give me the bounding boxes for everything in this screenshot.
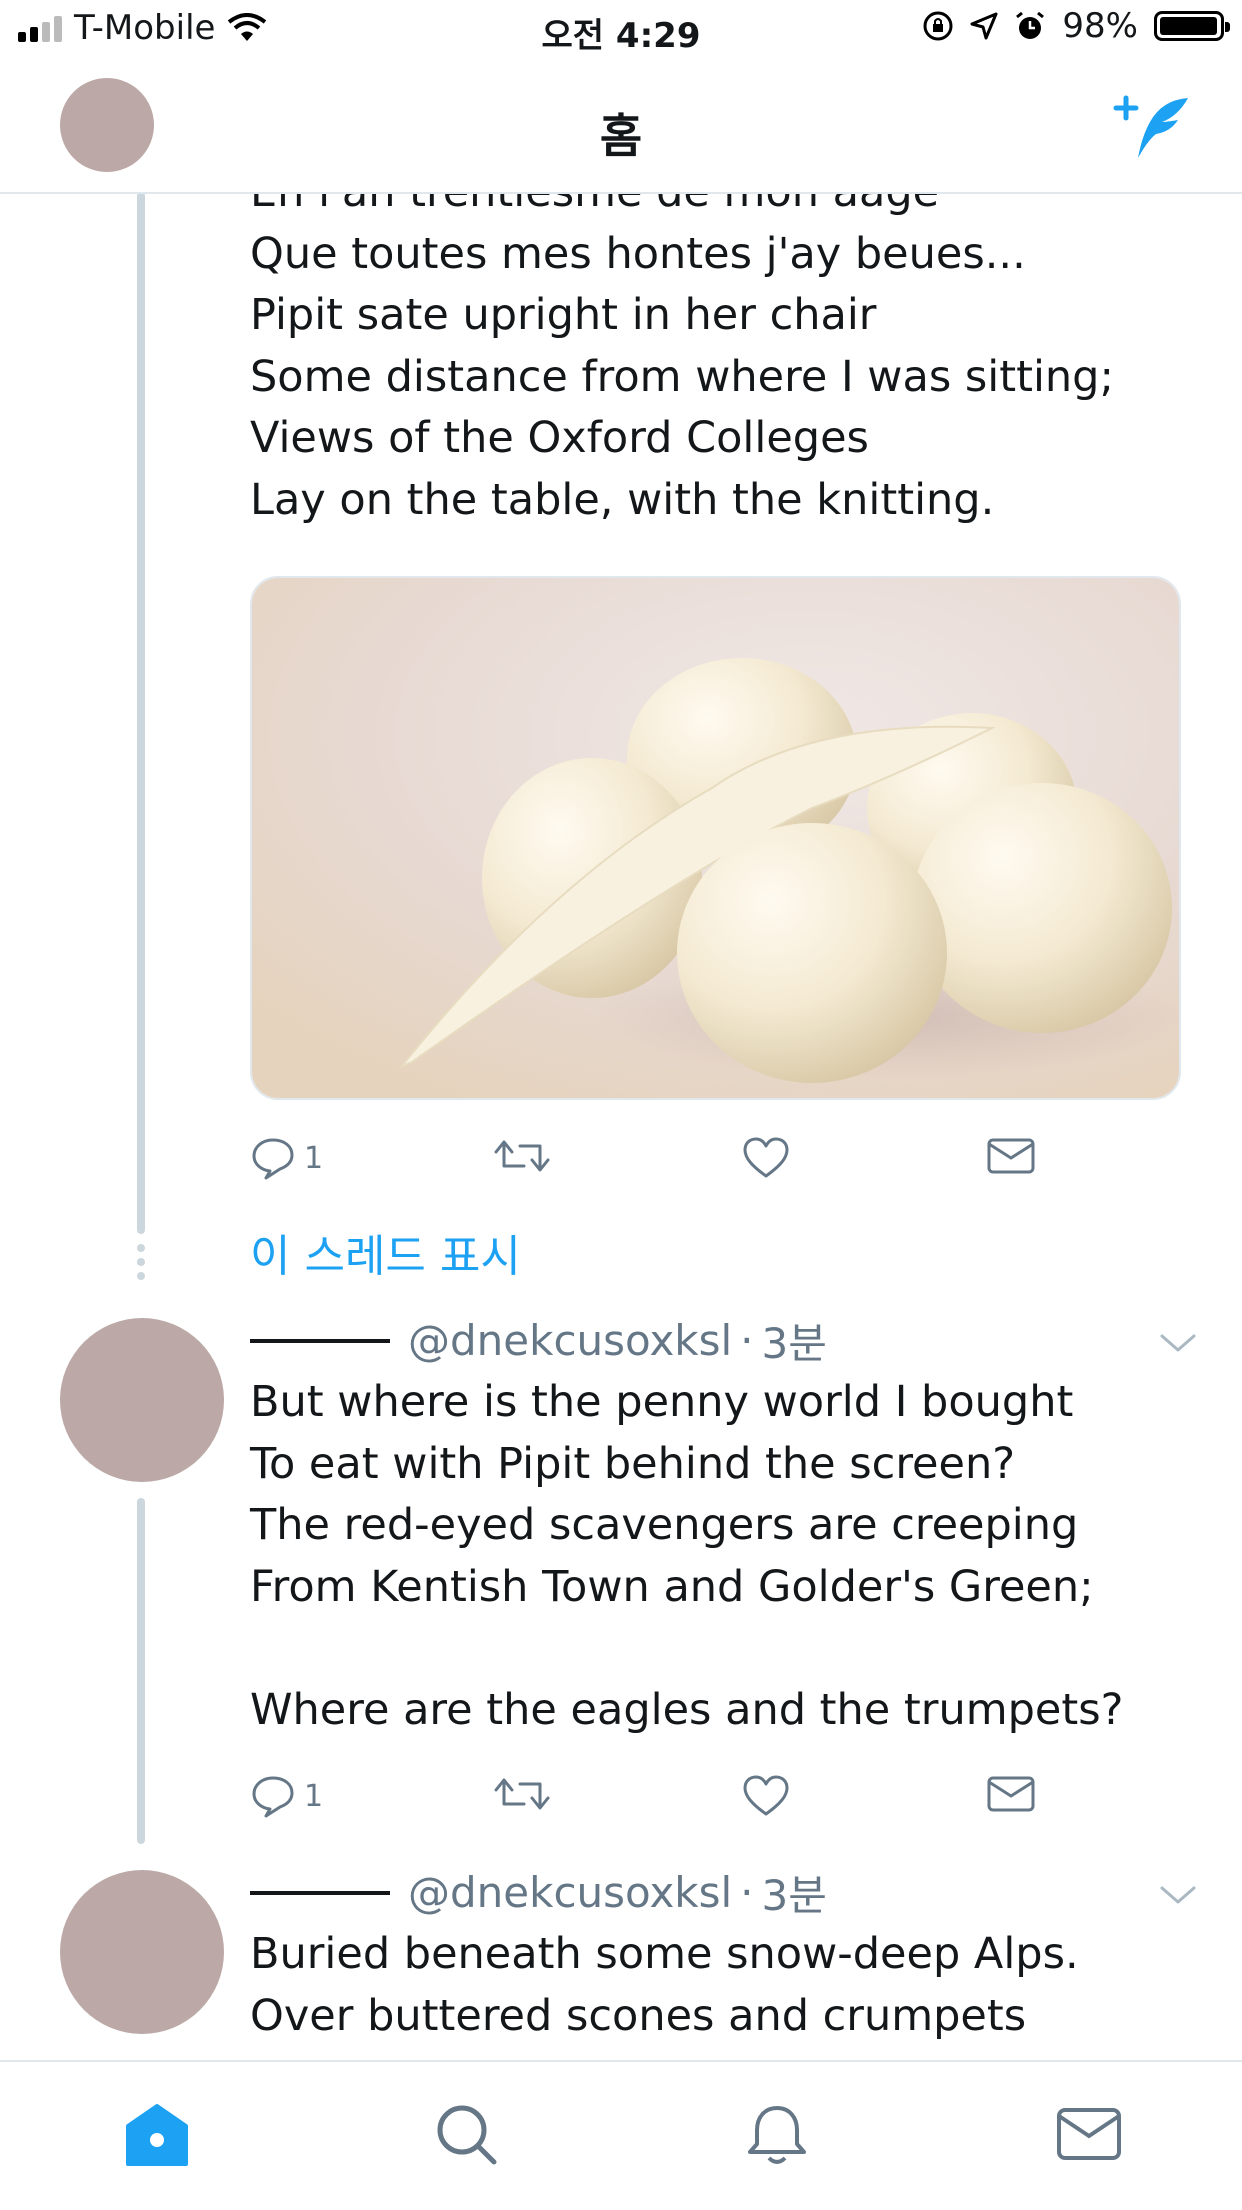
tweet-actions: 1 bbox=[250, 1774, 1150, 1830]
reply-button[interactable]: 1 bbox=[250, 1136, 323, 1180]
reply-icon bbox=[252, 1776, 294, 1818]
notifications-icon[interactable] bbox=[742, 2102, 812, 2168]
display-name-redacted bbox=[250, 1338, 390, 1343]
reply-button[interactable]: 1 bbox=[250, 1774, 323, 1818]
retweet-icon bbox=[494, 1778, 550, 1810]
tweet-time: 3분 bbox=[761, 1871, 827, 1920]
rotation-lock-icon bbox=[923, 11, 953, 41]
tweet-text: Buried beneath some snow-deep Alps. Over… bbox=[250, 1929, 1079, 2041]
page-title: 홈 bbox=[599, 109, 643, 163]
tweet-header: @dnekcusoxksl · 3분 bbox=[250, 1310, 827, 1371]
battery-fill bbox=[1160, 17, 1217, 35]
location-icon bbox=[970, 12, 998, 40]
tweet-avatar[interactable] bbox=[60, 1318, 224, 1482]
heart-icon bbox=[743, 1775, 789, 1816]
reply-count: 1 bbox=[304, 1778, 324, 1814]
tweet-avatar[interactable] bbox=[60, 1870, 224, 2034]
reply-icon bbox=[252, 1138, 294, 1180]
chevron-down-icon[interactable] bbox=[1156, 1328, 1200, 1358]
eggs-feather-photo bbox=[252, 578, 1179, 1098]
tweet-text: En l'an trentiesme de mon aage Que toute… bbox=[250, 192, 1114, 525]
bottom-tab-bar bbox=[0, 2060, 1242, 2210]
tweet-actions: 1 bbox=[250, 1136, 1150, 1192]
header-separator: · bbox=[740, 1868, 754, 1917]
tweet-time: 3분 bbox=[761, 1319, 827, 1368]
top-nav-bar: 홈 bbox=[0, 60, 1242, 194]
reply-count: 1 bbox=[304, 1140, 324, 1176]
dm-button[interactable] bbox=[986, 1136, 1036, 1176]
chevron-down-icon[interactable] bbox=[1156, 1880, 1200, 1910]
retweet-button[interactable] bbox=[494, 1136, 550, 1176]
heart-icon bbox=[743, 1137, 789, 1178]
thread-line bbox=[137, 192, 145, 1234]
like-button[interactable] bbox=[742, 1136, 790, 1180]
tweet-handle[interactable]: @dnekcusoxksl bbox=[408, 1316, 732, 1365]
tweet-handle[interactable]: @dnekcusoxksl bbox=[408, 1868, 732, 1917]
mail-icon bbox=[987, 1776, 1035, 1812]
home-icon[interactable] bbox=[122, 2102, 192, 2168]
battery-percent: 98% bbox=[1062, 6, 1138, 46]
mail-icon bbox=[987, 1138, 1035, 1174]
alarm-icon bbox=[1016, 11, 1045, 39]
header-separator: · bbox=[740, 1316, 754, 1365]
display-name-redacted bbox=[250, 1890, 390, 1895]
battery-icon bbox=[1154, 11, 1230, 41]
retweet-button[interactable] bbox=[494, 1774, 550, 1814]
status-bar: T-Mobile 오전 4:29 98% bbox=[0, 0, 1242, 60]
timeline-feed[interactable]: En l'an trentiesme de mon aage Que toute… bbox=[0, 192, 1242, 2060]
search-icon[interactable] bbox=[432, 2102, 502, 2168]
thread-line bbox=[137, 1498, 145, 1844]
tweet-header: @dnekcusoxksl · 3분 bbox=[250, 1862, 827, 1923]
dm-button[interactable] bbox=[986, 1774, 1036, 1814]
thread-gap-dots bbox=[137, 1244, 145, 1286]
show-thread-link[interactable]: 이 스레드 표시 bbox=[250, 1220, 521, 1284]
tweet-image[interactable] bbox=[250, 576, 1181, 1100]
retweet-icon bbox=[494, 1140, 550, 1172]
messages-icon[interactable] bbox=[1054, 2102, 1124, 2168]
status-right: 98% bbox=[922, 6, 1230, 46]
like-button[interactable] bbox=[742, 1774, 790, 1818]
compose-tweet-icon[interactable] bbox=[1112, 92, 1192, 164]
tweet-text: But where is the penny world I bought To… bbox=[250, 1377, 1124, 1735]
